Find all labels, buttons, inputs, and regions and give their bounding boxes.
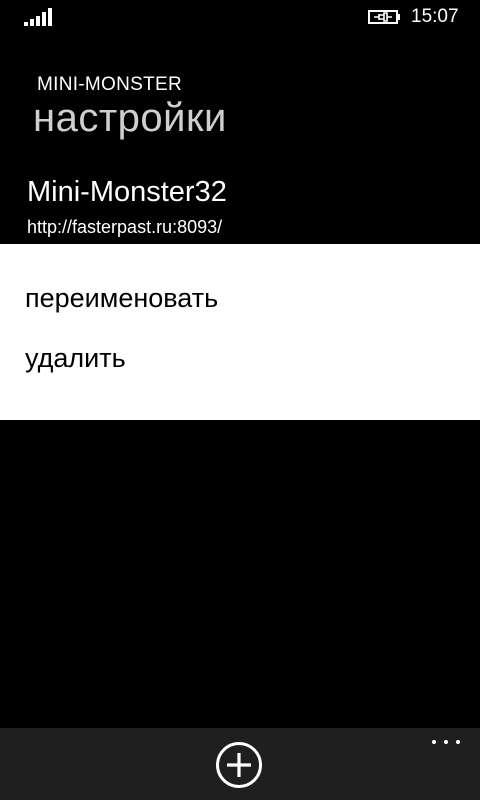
status-time: 15:07 bbox=[411, 6, 459, 27]
device-url: http://fasterpast.ru:8093/ bbox=[27, 217, 223, 237]
signal-bar bbox=[36, 16, 40, 26]
status-bar: 15:07 bbox=[0, 0, 480, 32]
more-ellipsis-icon[interactable] bbox=[428, 732, 464, 752]
ellipsis-dot bbox=[444, 740, 448, 744]
ellipsis-dot bbox=[432, 740, 436, 744]
add-circle-icon[interactable] bbox=[215, 741, 263, 789]
page-title: настройки bbox=[33, 96, 227, 140]
app-title: MINI-MONSTER bbox=[37, 74, 183, 95]
signal-bar bbox=[24, 22, 28, 26]
battery-charging-icon bbox=[368, 10, 400, 24]
signal-bar bbox=[48, 8, 52, 26]
signal-bar bbox=[30, 19, 34, 26]
device-name[interactable]: Mini-Monster32 bbox=[27, 176, 227, 209]
signal-strength-icon bbox=[24, 8, 54, 26]
signal-bar bbox=[42, 12, 46, 26]
rename-menu-item[interactable]: переименовать bbox=[25, 283, 218, 314]
phone-screen: 15:07 MINI-MONSTER настройки Mini-Monste… bbox=[0, 0, 480, 800]
ellipsis-dot bbox=[456, 740, 460, 744]
context-menu: переименовать удалить bbox=[0, 244, 480, 420]
app-bar bbox=[0, 728, 480, 800]
delete-menu-item[interactable]: удалить bbox=[25, 343, 126, 374]
